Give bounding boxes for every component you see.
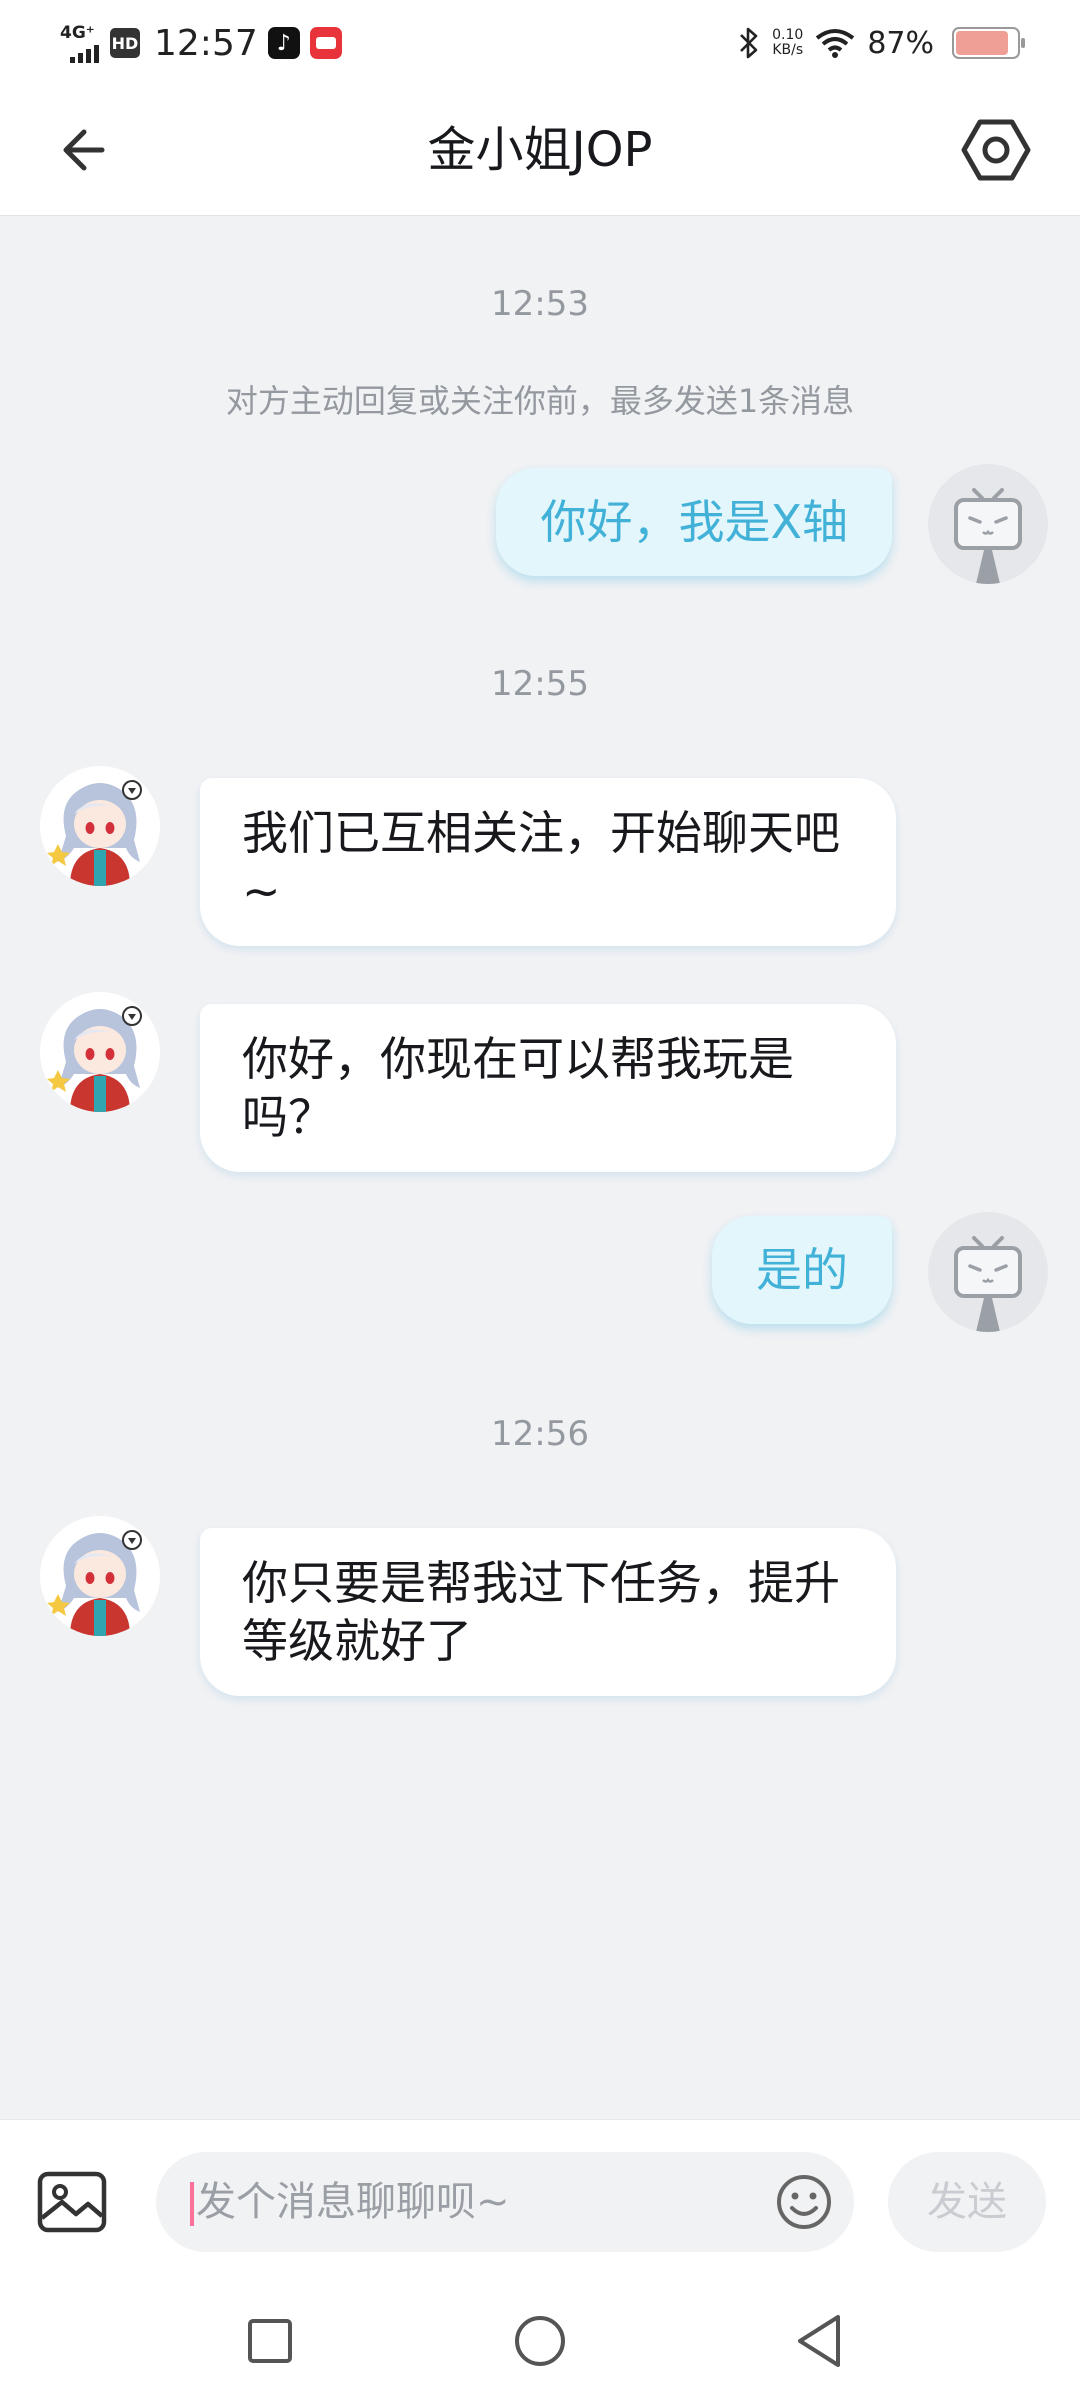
text-caret xyxy=(190,2182,194,2226)
network-type: 4G⁺ xyxy=(60,23,95,43)
chat-header: 金小姐JOP xyxy=(0,84,1080,216)
message-bubble-incoming[interactable]: 你好，你现在可以帮我玩是吗？ xyxy=(200,1004,896,1172)
system-nav-bar xyxy=(0,2283,1080,2400)
message-bubble-incoming[interactable]: 我们已互相关注，开始聊天吧~ xyxy=(200,778,896,946)
timestamp: 12:55 xyxy=(491,664,589,704)
image-icon[interactable] xyxy=(36,2166,108,2238)
my-avatar[interactable] xyxy=(928,1212,1048,1332)
contact-avatar[interactable] xyxy=(40,992,160,1112)
anime-girl-avatar xyxy=(47,1006,142,1112)
contact-avatar[interactable] xyxy=(40,1516,160,1636)
send-button[interactable]: 发送 xyxy=(888,2152,1046,2252)
timestamp: 12:53 xyxy=(491,284,589,324)
triangle-back-icon[interactable] xyxy=(790,2311,850,2371)
speed-unit: KB/s xyxy=(772,42,804,58)
anime-girl-avatar xyxy=(47,780,142,886)
circle-home-icon[interactable] xyxy=(510,2311,570,2371)
anime-girl-avatar xyxy=(47,1530,142,1636)
square-recents-icon[interactable] xyxy=(240,2311,300,2371)
app-icon xyxy=(309,27,342,59)
emoji-icon[interactable] xyxy=(774,2172,834,2232)
limit-notice: 对方主动回复或关注你前，最多发送1条消息 xyxy=(225,382,855,420)
status-bar-right: 0.10 KB/s 87% xyxy=(738,18,1025,68)
wifi-icon xyxy=(816,29,855,58)
battery-percent: 87% xyxy=(867,25,934,61)
message-input[interactable]: 发个消息聊聊呗~ xyxy=(156,2152,854,2252)
status-bar: 4G⁺ HD 12:57 ♪ 0.10 KB/s 87% xyxy=(0,0,1080,84)
bluetooth-icon xyxy=(740,27,758,59)
chat-area[interactable]: 12:53 对方主动回复或关注你前，最多发送1条消息 你好，我是X轴 12:55 xyxy=(0,216,1080,2119)
signal-icon: 4G⁺ xyxy=(60,23,100,63)
speed-value: 0.10 xyxy=(772,27,804,43)
battery-fill xyxy=(956,31,1009,55)
my-avatar[interactable] xyxy=(928,464,1048,584)
status-bar-left: 4G⁺ HD 12:57 ♪ xyxy=(60,18,342,68)
contact-avatar[interactable] xyxy=(40,766,160,886)
page-title: 金小姐JOP xyxy=(427,122,653,178)
status-time: 12:57 xyxy=(154,22,258,64)
message-bubble-outgoing[interactable]: 你好，我是X轴 xyxy=(496,468,892,576)
timestamp: 12:56 xyxy=(491,1414,589,1454)
hexagon-settings-icon[interactable] xyxy=(960,114,1032,186)
message-input-bar: 发个消息聊聊呗~ 发送 xyxy=(0,2119,1080,2283)
tv-avatar-icon xyxy=(954,1236,1022,1332)
network-speed: 0.10 KB/s xyxy=(772,28,803,58)
hd-icon: HD xyxy=(110,28,140,58)
tv-avatar-icon xyxy=(954,488,1022,584)
battery-icon xyxy=(952,27,1025,59)
message-input-placeholder: 发个消息聊聊呗~ xyxy=(196,2179,510,2225)
message-bubble-incoming[interactable]: 你只要是帮我过下任务，提升等级就好了 xyxy=(200,1528,896,1696)
message-bubble-outgoing[interactable]: 是的 xyxy=(712,1216,892,1324)
tiktok-icon: ♪ xyxy=(267,27,300,59)
